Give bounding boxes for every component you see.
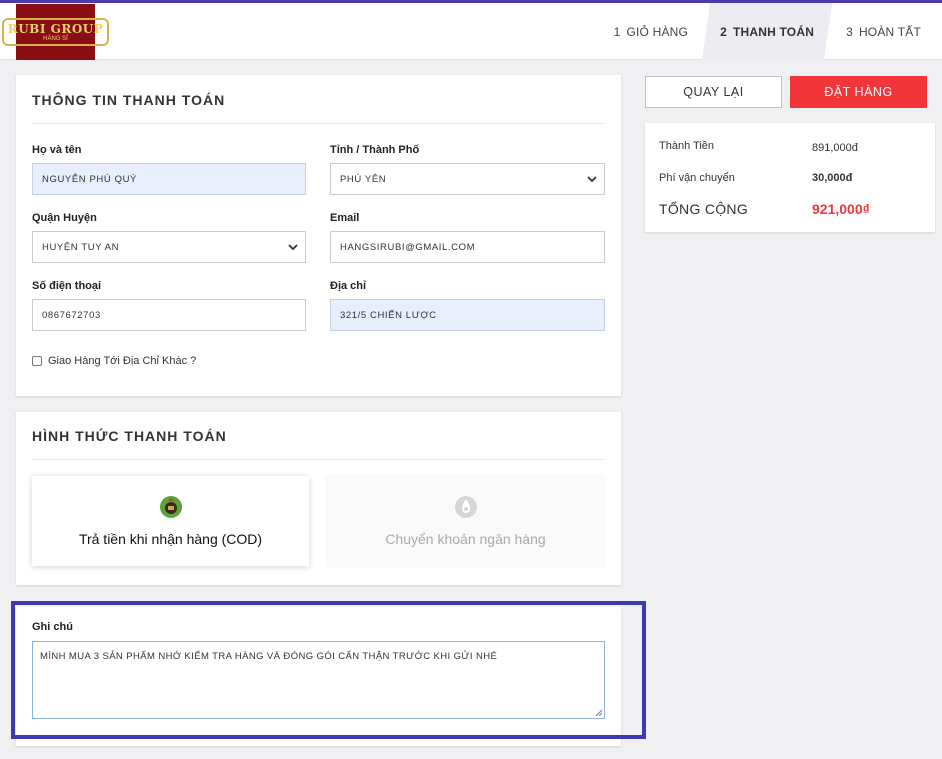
subtotal-label: Thành Tiền bbox=[659, 140, 715, 152]
step-label: HOÀN TẤT bbox=[858, 24, 921, 39]
step-label: GIỎ HÀNG bbox=[626, 24, 689, 39]
province-value: PHÚ YÊN bbox=[340, 173, 387, 185]
step-payment[interactable]: 2 THANH TOÁN bbox=[702, 3, 832, 60]
phone-field[interactable]: 0867672703 bbox=[32, 299, 306, 331]
province-label: Tỉnh / Thành Phố bbox=[330, 144, 420, 156]
summary-card: Thành Tiền 891,000đ Phí vận chuyển 30,00… bbox=[645, 123, 935, 232]
name-value: NGUYỄN PHÚ QUÝ bbox=[42, 173, 137, 185]
step-label: THANH TOÁN bbox=[732, 24, 815, 39]
address-label: Địa chỉ bbox=[330, 280, 367, 292]
phone-label: Số điện thoại bbox=[32, 280, 102, 292]
email-value: HANGSIRUBI@GMAIL.COM bbox=[340, 241, 476, 253]
phone-value: 0867672703 bbox=[42, 309, 101, 321]
step-complete[interactable]: 3 HOÀN TẤT bbox=[832, 3, 942, 60]
district-select[interactable]: HUYỆN TUY AN bbox=[32, 231, 306, 263]
step-cart[interactable]: 1 GIỎ HÀNG bbox=[600, 3, 702, 60]
step-number: 3 bbox=[846, 24, 853, 39]
payment-card: HÌNH THỨC THANH TOÁN Trả tiền khi nhận h… bbox=[16, 412, 621, 585]
back-button[interactable]: QUAY LẠI bbox=[645, 76, 782, 108]
name-label: Họ và tên bbox=[32, 144, 82, 156]
shipping-value: 30,000đ bbox=[812, 172, 853, 184]
alt-address-label: Giao Hàng Tới Địa Chỉ Khác ? bbox=[48, 355, 197, 367]
alt-address-checkbox[interactable] bbox=[32, 356, 42, 366]
alt-address-row[interactable]: Giao Hàng Tới Địa Chỉ Khác ? bbox=[32, 355, 196, 367]
email-label: Email bbox=[330, 212, 360, 224]
header: RUBI GROUP HÀNG SỈ 1 GIỎ HÀNG 2 THANH TO… bbox=[0, 3, 942, 60]
checkout-steps: 1 GIỎ HÀNG 2 THANH TOÁN 3 HOÀN TẤT bbox=[600, 3, 942, 60]
payment-option-cod[interactable]: Trả tiền khi nhận hàng (COD) bbox=[32, 476, 309, 566]
email-field[interactable]: HANGSIRUBI@GMAIL.COM bbox=[330, 231, 605, 263]
chevron-down-icon bbox=[587, 176, 597, 183]
subtotal-value: 891,000đ bbox=[812, 142, 858, 154]
billing-divider bbox=[32, 123, 605, 124]
total-value: 921,000₫ bbox=[812, 201, 870, 217]
payment-divider bbox=[32, 459, 605, 460]
payment-option-bank[interactable]: Chuyển khoản ngân hàng bbox=[326, 476, 605, 566]
chevron-down-icon bbox=[288, 244, 298, 251]
province-select[interactable]: PHÚ YÊN bbox=[330, 163, 605, 195]
cash-icon bbox=[159, 496, 182, 518]
payment-title: HÌNH THỨC THANH TOÁN bbox=[32, 428, 227, 444]
bank-transfer-icon bbox=[454, 496, 477, 518]
logo-frame: RUBI GROUP HÀNG SỈ bbox=[1, 18, 110, 46]
logo-subtext: HÀNG SỈ bbox=[43, 36, 68, 42]
billing-card: THÔNG TIN THANH TOÁN Họ và tên NGUYỄN PH… bbox=[16, 75, 621, 396]
shipping-label: Phí vận chuyển bbox=[659, 172, 735, 184]
address-field[interactable]: 321/5 CHIẾN LƯỢC bbox=[330, 299, 605, 331]
logo-text: RUBI GROUP bbox=[7, 22, 104, 36]
total-label: TỔNG CỘNG bbox=[659, 201, 749, 217]
district-label: Quận Huyện bbox=[32, 212, 97, 224]
billing-title: THÔNG TIN THANH TOÁN bbox=[32, 92, 226, 108]
district-value: HUYỆN TUY AN bbox=[42, 241, 120, 253]
cod-label: Trả tiền khi nhận hàng (COD) bbox=[78, 531, 263, 547]
name-field[interactable]: NGUYỄN PHÚ QUÝ bbox=[32, 163, 306, 195]
note-highlight-box bbox=[11, 601, 646, 739]
brand-logo[interactable]: RUBI GROUP HÀNG SỈ bbox=[1, 4, 110, 60]
place-order-button[interactable]: ĐẶT HÀNG bbox=[790, 76, 927, 108]
step-number: 1 bbox=[613, 24, 621, 39]
step-number: 2 bbox=[720, 24, 727, 39]
bank-label: Chuyển khoản ngân hàng bbox=[385, 531, 546, 547]
address-value: 321/5 CHIẾN LƯỢC bbox=[340, 309, 437, 321]
